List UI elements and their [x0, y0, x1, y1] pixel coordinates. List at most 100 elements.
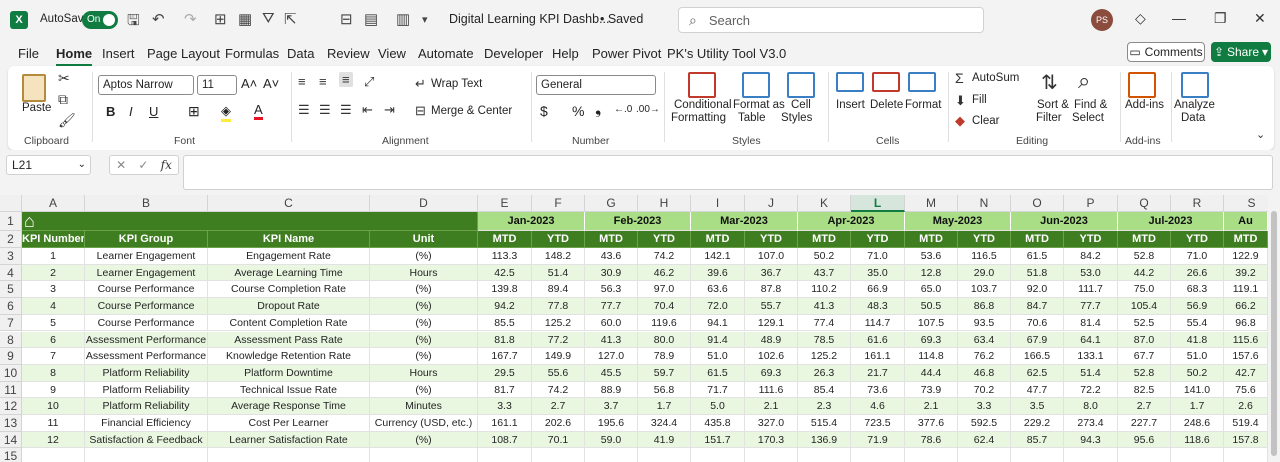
- value-cell[interactable]: 50.2: [1171, 364, 1224, 382]
- value-cell[interactable]: 85.5: [478, 314, 532, 332]
- unit-cell[interactable]: Hours: [370, 364, 478, 382]
- kpi-name-cell[interactable]: Learner Satisfaction Rate: [208, 431, 370, 449]
- value-cell[interactable]: 56.9: [1171, 298, 1224, 315]
- kpi-name-cell[interactable]: Dropout Rate: [208, 298, 370, 315]
- value-cell[interactable]: 61.5: [691, 364, 745, 382]
- value-cell[interactable]: 2.7: [532, 398, 585, 415]
- value-cell[interactable]: 77.8: [532, 298, 585, 315]
- value-cell[interactable]: 81.7: [478, 381, 532, 399]
- value-cell[interactable]: 195.6: [585, 415, 638, 432]
- value-cell[interactable]: 84.7: [1011, 298, 1064, 315]
- value-cell[interactable]: 148.2: [532, 248, 585, 265]
- value-cell[interactable]: 3.7: [585, 398, 638, 415]
- value-cell[interactable]: 8.0: [1064, 398, 1118, 415]
- value-cell[interactable]: 42.5: [478, 264, 532, 282]
- decrease-indent-icon[interactable]: ⇤: [362, 102, 373, 118]
- value-cell[interactable]: 63.6: [691, 281, 745, 299]
- value-cell[interactable]: 248.6: [1171, 415, 1224, 432]
- unit-cell[interactable]: Minutes: [370, 398, 478, 415]
- minimize-icon[interactable]: —: [1172, 10, 1186, 26]
- value-cell[interactable]: 26.3: [798, 364, 851, 382]
- value-cell[interactable]: 53.6: [905, 248, 958, 265]
- font-size-select[interactable]: 11: [197, 75, 237, 95]
- value-cell[interactable]: 102.6: [745, 348, 798, 365]
- value-cell[interactable]: 122.9: [1224, 248, 1268, 265]
- unit-cell[interactable]: (%): [370, 431, 478, 449]
- value-cell[interactable]: 94.3: [1064, 431, 1118, 449]
- value-cell[interactable]: 51.4: [532, 264, 585, 282]
- currency-icon[interactable]: $: [540, 103, 548, 119]
- value-cell[interactable]: 65.0: [905, 281, 958, 299]
- formula-input[interactable]: [183, 155, 1273, 190]
- decrease-font-icon[interactable]: A˅: [263, 76, 279, 91]
- value-cell[interactable]: 2.6: [1224, 398, 1268, 415]
- value-cell[interactable]: 202.6: [532, 415, 585, 432]
- redo-icon[interactable]: ↷: [184, 10, 197, 28]
- scrollbar-thumb[interactable]: [1271, 211, 1277, 456]
- menu-file[interactable]: File: [18, 46, 39, 61]
- empty-cell[interactable]: [798, 448, 851, 462]
- row-header[interactable]: 14: [0, 431, 22, 449]
- value-cell[interactable]: 327.0: [745, 415, 798, 432]
- kpi-group-cell[interactable]: Learner Engagement: [85, 264, 208, 282]
- value-cell[interactable]: 51.0: [1171, 348, 1224, 365]
- sort-filter-label-1[interactable]: Sort &: [1037, 99, 1069, 111]
- value-cell[interactable]: 94.1: [691, 314, 745, 332]
- empty-cell[interactable]: [370, 448, 478, 462]
- value-cell[interactable]: 105.4: [1118, 298, 1171, 315]
- value-cell[interactable]: 52.8: [1118, 248, 1171, 265]
- value-cell[interactable]: 70.6: [1011, 314, 1064, 332]
- kpi-group-cell[interactable]: Platform Reliability: [85, 364, 208, 382]
- value-cell[interactable]: 47.7: [1011, 381, 1064, 399]
- value-cell[interactable]: 116.5: [958, 248, 1011, 265]
- value-cell[interactable]: 60.0: [585, 314, 638, 332]
- menu-home[interactable]: Home: [56, 46, 93, 67]
- value-cell[interactable]: 76.2: [958, 348, 1011, 365]
- value-cell[interactable]: 111.6: [745, 381, 798, 399]
- name-box[interactable]: L21 ⌄: [6, 155, 91, 175]
- menu-power-pivot[interactable]: Power Pivot: [592, 46, 661, 61]
- analyze-data-label-2[interactable]: Data: [1181, 112, 1205, 124]
- value-cell[interactable]: 77.2: [532, 331, 585, 349]
- align-right-icon[interactable]: ☰: [340, 102, 352, 118]
- value-cell[interactable]: 41.9: [638, 431, 691, 449]
- empty-cell[interactable]: [22, 448, 85, 462]
- value-cell[interactable]: 75.0: [1118, 281, 1171, 299]
- unit-cell[interactable]: Hours: [370, 264, 478, 282]
- value-cell[interactable]: 377.6: [905, 415, 958, 432]
- empty-cell[interactable]: [851, 448, 905, 462]
- menu-automate[interactable]: Automate: [418, 46, 474, 61]
- unit-cell[interactable]: Currency (USD, etc.): [370, 415, 478, 432]
- value-cell[interactable]: 167.7: [478, 348, 532, 365]
- value-cell[interactable]: 3.5: [1011, 398, 1064, 415]
- empty-cell[interactable]: [85, 448, 208, 462]
- customize-toolbar-icon[interactable]: ▾: [422, 13, 428, 26]
- value-cell[interactable]: 85.4: [798, 381, 851, 399]
- value-cell[interactable]: 435.8: [691, 415, 745, 432]
- value-cell[interactable]: 72.2: [1064, 381, 1118, 399]
- value-cell[interactable]: 723.5: [851, 415, 905, 432]
- paste-button[interactable]: Paste: [22, 102, 51, 114]
- value-cell[interactable]: 39.2: [1224, 264, 1268, 282]
- kpi-group-cell[interactable]: Learner Engagement: [85, 248, 208, 265]
- number-format-select[interactable]: General: [536, 75, 656, 95]
- empty-cell[interactable]: [208, 448, 370, 462]
- font-color-icon[interactable]: A: [254, 102, 263, 120]
- unit-cell[interactable]: (%): [370, 348, 478, 365]
- value-cell[interactable]: 1.7: [1171, 398, 1224, 415]
- value-cell[interactable]: 66.2: [1224, 298, 1268, 315]
- value-cell[interactable]: 41.3: [585, 331, 638, 349]
- value-cell[interactable]: 44.4: [905, 364, 958, 382]
- kpi-number-cell[interactable]: 7: [22, 348, 85, 365]
- italic-icon[interactable]: I: [129, 104, 133, 119]
- kpi-number-cell[interactable]: 10: [22, 398, 85, 415]
- value-cell[interactable]: 95.6: [1118, 431, 1171, 449]
- column-header[interactable]: Q: [1118, 195, 1171, 212]
- column-header[interactable]: N: [958, 195, 1011, 212]
- value-cell[interactable]: 51.0: [691, 348, 745, 365]
- value-cell[interactable]: 114.7: [851, 314, 905, 332]
- kpi-group-cell[interactable]: Assessment Performance: [85, 331, 208, 349]
- value-cell[interactable]: 36.7: [745, 264, 798, 282]
- value-cell[interactable]: 82.5: [1118, 381, 1171, 399]
- borders-icon[interactable]: ⊞: [214, 10, 227, 28]
